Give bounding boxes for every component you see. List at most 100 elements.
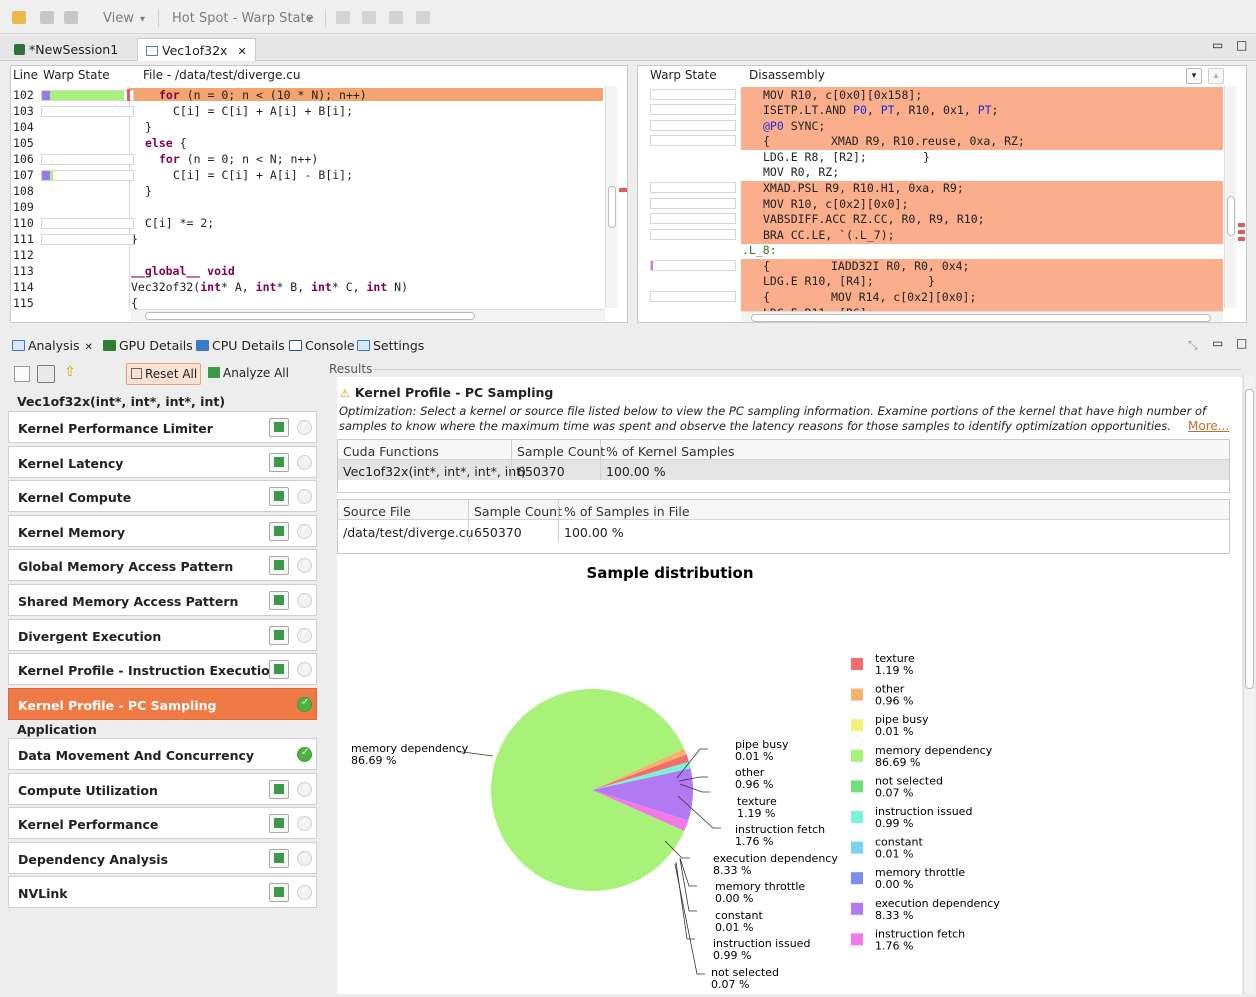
analyze-icon[interactable] — [269, 660, 289, 680]
scrollbar-thumb[interactable] — [751, 314, 1211, 322]
analyze-all-button[interactable]: Analyze All — [208, 366, 289, 380]
new-session-icon[interactable] — [12, 11, 26, 24]
analysis-item[interactable]: Kernel Profile - Instruction Execution ✓ — [8, 653, 317, 686]
columns-icon[interactable] — [336, 11, 350, 24]
view-menu-icon[interactable]: ⤡ — [1188, 338, 1198, 353]
disasm-line[interactable]: @P0 SYNC; — [763, 119, 825, 133]
scrollbar-thumb[interactable] — [608, 186, 616, 228]
line-number[interactable]: 108 — [13, 184, 34, 198]
disasm-line[interactable]: LDG.E R8, [R2];} — [763, 150, 930, 164]
analysis-item[interactable]: Kernel Performance ✓ — [8, 807, 317, 840]
code-line-115[interactable]: { — [131, 296, 138, 310]
analysis-item[interactable]: Shared Memory Access Pattern ✓ — [8, 584, 317, 616]
dropdown-button[interactable]: ▾ — [1186, 68, 1202, 84]
rows-icon[interactable] — [362, 11, 376, 24]
line-number[interactable]: 113 — [13, 264, 34, 278]
column-header[interactable]: Sample Count — [517, 444, 605, 459]
line-number[interactable]: 103 — [13, 104, 34, 118]
chevron-down-icon[interactable]: ▾ — [140, 14, 145, 25]
line-number[interactable]: 111 — [13, 232, 34, 246]
analyze-icon[interactable] — [269, 521, 289, 541]
analyze-icon[interactable] — [269, 848, 289, 868]
column-header[interactable]: % of Samples in File — [564, 504, 690, 519]
disasm-line[interactable]: {IADD32I R0, R0, 0x4; — [763, 259, 969, 273]
analysis-item[interactable]: Kernel Profile - PC Sampling ✓ — [8, 687, 317, 720]
minimize-icon[interactable]: ▭ — [1212, 38, 1223, 52]
line-number[interactable]: 105 — [13, 136, 34, 150]
source-horizontal-scrollbar[interactable] — [131, 309, 605, 321]
analysis-item[interactable]: Global Memory Access Pattern ✓ — [8, 549, 317, 582]
code-line-104[interactable]: } — [145, 120, 152, 134]
code-line-102[interactable]: for (n = 0; n < (10 * N); n++) — [159, 88, 367, 102]
close-icon[interactable]: ✕ — [237, 45, 246, 58]
analyze-icon[interactable] — [269, 591, 289, 610]
view-menu[interactable]: View — [103, 11, 134, 26]
disasm-horizontal-scrollbar[interactable] — [741, 311, 1223, 322]
disasm-vertical-scrollbar[interactable] — [1224, 86, 1236, 308]
code-line-105[interactable]: else { — [145, 136, 187, 150]
line-number[interactable]: 104 — [13, 120, 34, 134]
minimize-icon[interactable]: ▭ — [1212, 336, 1223, 350]
code-line-103[interactable]: C[i] = C[i] + A[i] + B[i]; — [173, 104, 353, 118]
line-number[interactable]: 112 — [13, 248, 34, 262]
line-number[interactable]: 109 — [13, 200, 34, 214]
analyze-icon[interactable] — [269, 556, 289, 576]
line-number[interactable]: 115 — [13, 296, 34, 310]
analysis-item[interactable]: Compute Utilization ✓ — [8, 772, 317, 805]
overview-ruler-marker[interactable] — [619, 188, 627, 192]
analyze-icon[interactable] — [269, 625, 289, 645]
disasm-line[interactable]: MOV R0, RZ; — [763, 165, 839, 179]
column-header[interactable]: Sample Count — [474, 504, 562, 519]
disasm-line[interactable]: MOV R10, c[0x2][0x0]; — [763, 197, 908, 211]
line-number[interactable]: 114 — [13, 280, 34, 294]
tab-console[interactable]: Console — [289, 338, 355, 353]
analysis-item[interactable]: Kernel Compute ✓ — [8, 480, 317, 513]
analysis-item[interactable]: Kernel Memory ✓ — [8, 514, 317, 547]
code-line-114[interactable]: Vec32of32(int* A, int* B, int* C, int N) — [131, 280, 408, 294]
hotspot-mode-menu[interactable]: Hot Spot - Warp State — [172, 11, 314, 26]
warp-state-column-header[interactable]: Warp State — [43, 68, 110, 82]
analyze-icon[interactable] — [269, 814, 289, 834]
line-number[interactable]: 102 — [13, 88, 34, 102]
maximize-icon[interactable]: □ — [1236, 38, 1247, 52]
analyze-icon[interactable] — [269, 418, 289, 437]
line-number[interactable]: 106 — [13, 152, 34, 166]
scrollbar-thumb[interactable] — [1227, 196, 1235, 236]
analysis-item[interactable]: Dependency Analysis ✓ — [8, 841, 317, 874]
tab-settings[interactable]: Settings — [357, 338, 424, 353]
tab-analysis[interactable]: Analysis ✕ — [12, 338, 93, 353]
analyze-icon[interactable] — [269, 487, 289, 507]
save-all-icon[interactable] — [64, 11, 78, 24]
disasm-label[interactable]: .L_8: — [742, 243, 777, 257]
scrollbar-thumb[interactable] — [1245, 389, 1254, 689]
scroll-up-button[interactable]: ▴ — [1208, 68, 1224, 84]
analyze-icon[interactable] — [269, 883, 289, 903]
source-vertical-scrollbar[interactable] — [605, 86, 617, 308]
results-vertical-scrollbar[interactable] — [1243, 375, 1255, 994]
disasm-line[interactable]: VABSDIFF.ACC RZ.CC, R0, R9, R10; — [763, 212, 985, 226]
line-number[interactable]: 110 — [13, 216, 34, 230]
reset-all-button[interactable]: Reset All — [126, 363, 201, 385]
tab-newsession1[interactable]: *NewSession1 — [6, 38, 126, 61]
analyze-icon[interactable] — [269, 452, 289, 472]
file-column-header[interactable]: File - /data/test/diverge.cu — [143, 68, 300, 82]
disasm-line[interactable]: BRA CC.LE, `(.L_7); — [763, 228, 895, 242]
disasm-line[interactable]: {MOV R14, c[0x2][0x0]; — [763, 290, 976, 304]
analysis-item[interactable]: Data Movement And Concurrency ✓ — [8, 738, 317, 770]
disasm-line[interactable]: LDG.E R10, [R4];} — [763, 274, 935, 288]
save-icon[interactable] — [40, 11, 54, 24]
analysis-item[interactable]: Kernel Latency ✓ — [8, 445, 317, 478]
scrollbar-thumb[interactable] — [145, 312, 475, 320]
code-line-108[interactable]: } — [145, 184, 152, 198]
disasm-line[interactable]: ISETP.LT.AND P0, PT, R10, 0x1, PT; — [763, 103, 998, 117]
code-line-107[interactable]: C[i] = C[i] + A[i] - B[i]; — [173, 168, 353, 182]
collapse-all-icon[interactable] — [14, 366, 30, 382]
next-hotspot-icon[interactable] — [416, 11, 430, 24]
tab-vec1of32x[interactable]: Vec1of32x ✕ — [137, 38, 256, 61]
column-header[interactable]: Cuda Functions — [343, 444, 439, 459]
overview-ruler-marker[interactable] — [1238, 237, 1245, 241]
close-icon[interactable]: ✕ — [85, 342, 93, 353]
overview-ruler-marker[interactable] — [1238, 223, 1245, 227]
column-header[interactable]: Source File — [343, 504, 411, 519]
warp-state-column-header[interactable]: Warp State — [650, 68, 717, 82]
